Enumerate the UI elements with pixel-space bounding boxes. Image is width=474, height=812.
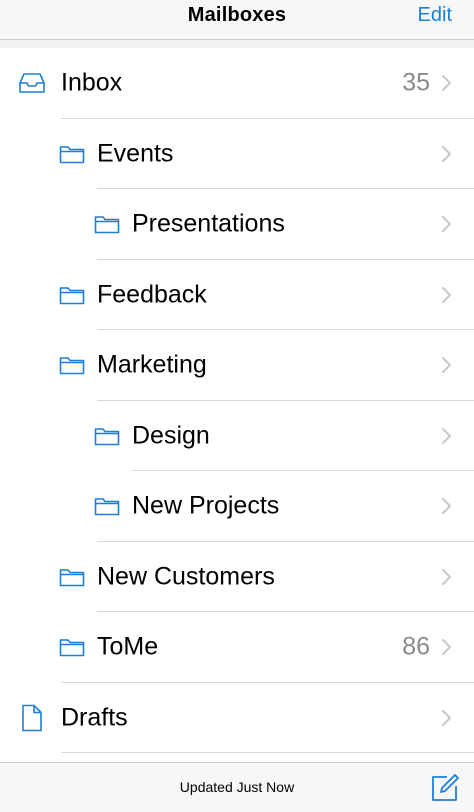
mailbox-row-marketing[interactable]: Marketing [0, 330, 474, 401]
chevron-right-icon [440, 355, 454, 375]
chevron-right-icon [440, 708, 454, 728]
unread-count: 35 [402, 68, 430, 97]
unread-count: 86 [402, 632, 430, 661]
chevron-right-icon [440, 214, 454, 234]
chevron-right-icon [440, 496, 454, 516]
mailbox-row-new-customers[interactable]: New Customers [0, 542, 474, 612]
row-divider [61, 752, 474, 753]
folder-icon [58, 142, 86, 166]
chevron-right-icon [440, 144, 454, 164]
chevron-right-icon [440, 285, 454, 305]
edit-button[interactable]: Edit [418, 4, 452, 27]
mailbox-label: Events [97, 139, 174, 168]
folder-icon [58, 353, 86, 377]
mailbox-row-drafts[interactable]: Drafts [0, 683, 474, 753]
header-divider [0, 40, 474, 48]
mailbox-row-presentations[interactable]: Presentations [0, 189, 474, 260]
chevron-right-icon [440, 426, 454, 446]
page-title: Mailboxes [187, 4, 287, 26]
mailbox-label: New Customers [97, 562, 275, 591]
compose-icon[interactable] [430, 773, 460, 803]
folder-icon [93, 494, 121, 518]
bottom-toolbar: Updated Just Now [0, 762, 474, 812]
document-icon [18, 704, 46, 732]
chevron-right-icon [440, 637, 454, 657]
mailbox-row-events[interactable]: Events [0, 119, 474, 189]
chevron-right-icon [440, 73, 454, 93]
chevron-right-icon [440, 567, 454, 587]
mailbox-label: Marketing [97, 350, 207, 379]
inbox-tray-icon [18, 71, 46, 95]
mailbox-row-feedback[interactable]: Feedback [0, 260, 474, 330]
mailbox-list: Inbox 35 Events Presentations Feedback M… [0, 48, 474, 753]
mailbox-label: ToMe [97, 632, 159, 661]
mailbox-label: New Projects [132, 491, 280, 520]
mailbox-label: Drafts [61, 703, 128, 732]
mailbox-label: Feedback [97, 280, 207, 309]
mailbox-row-new-projects[interactable]: New Projects [0, 471, 474, 542]
folder-icon [58, 635, 86, 659]
mailbox-row-design[interactable]: Design [0, 401, 474, 471]
folder-icon [93, 424, 121, 448]
mailbox-row-inbox[interactable]: Inbox 35 [0, 48, 474, 119]
folder-icon [93, 212, 121, 236]
mailbox-row-tome[interactable]: ToMe 86 [0, 612, 474, 683]
mailbox-label: Presentations [132, 209, 285, 238]
mailbox-label: Inbox [61, 68, 123, 97]
update-status: Updated Just Now [179, 779, 295, 795]
folder-icon [58, 565, 86, 589]
folder-icon [58, 283, 86, 307]
navigation-bar: Mailboxes Edit [0, 0, 474, 40]
mailbox-label: Design [132, 421, 210, 450]
